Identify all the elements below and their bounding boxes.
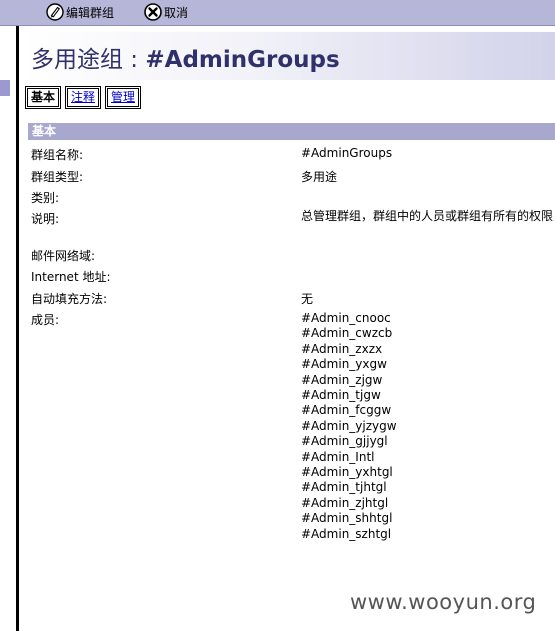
members-list: #Admin_cnooc #Admin_cwzcb #Admin_zxzx #A… — [301, 311, 397, 542]
page-title: 多用途组 : #AdminGroups — [31, 40, 340, 74]
autofill-method-label: 自动填充方法: — [31, 292, 108, 306]
close-icon — [144, 3, 162, 21]
member-item: #Admin_tjhtgl — [301, 480, 387, 495]
group-name-value: #AdminGroups — [301, 146, 393, 160]
member-item: #Admin_tjgw — [301, 388, 381, 403]
internet-address-label: Internet 地址: — [31, 270, 111, 284]
mail-domain-label: 邮件网络域: — [31, 249, 96, 263]
tab-comments-label: 注释 — [67, 88, 100, 107]
action-toolbar: 编辑群组 取消 — [0, 0, 555, 26]
member-item: #Admin_shhtgl — [301, 511, 393, 526]
group-name-label: 群组名称: — [31, 148, 84, 162]
member-item: #Admin_cnooc — [301, 311, 391, 325]
page-title-group-name: #AdminGroups — [145, 47, 340, 73]
page-title-bar: 多用途组 : #AdminGroups — [20, 32, 555, 80]
member-item: #Admin_zxzx — [301, 341, 383, 356]
tab-basic-label: 基本 — [27, 88, 60, 107]
page-title-prefix: 多用途组 : — [31, 47, 146, 73]
cancel-label: 取消 — [164, 5, 189, 20]
autofill-method-value: 无 — [301, 292, 314, 306]
member-item: #Admin_yjzygw — [301, 418, 397, 433]
member-item: #Admin_szhtgl — [301, 526, 392, 541]
cancel-button[interactable]: 取消 — [144, 2, 188, 22]
frame-divider — [16, 26, 19, 631]
group-type-label: 群组类型: — [31, 170, 84, 184]
member-item: #Admin_fcggw — [301, 403, 392, 418]
tab-bar: 基本 注释 管理 — [25, 86, 145, 109]
tab-basic[interactable]: 基本 — [25, 86, 62, 109]
edit-group-button[interactable]: 编辑群组 — [46, 2, 114, 22]
member-item: #Admin_zjgw — [301, 372, 383, 387]
member-item: #Admin_zjhtgl — [301, 495, 389, 510]
tab-comments[interactable]: 注释 — [65, 86, 102, 109]
member-item: #Admin_cwzcb — [301, 326, 393, 341]
description-value: 总管理群组，群组中的人员或群组有所有的权限 — [301, 209, 554, 223]
frame-scroll-marker — [0, 80, 10, 96]
tab-admin[interactable]: 管理 — [105, 86, 142, 109]
category-label: 类别: — [31, 191, 60, 205]
section-header-basic: 基本 — [28, 123, 555, 140]
description-label: 说明: — [31, 212, 60, 226]
member-item: #Admin_yxhtgl — [301, 465, 393, 480]
watermark: www.wooyun.org — [350, 590, 537, 614]
group-type-value: 多用途 — [301, 170, 338, 184]
members-label: 成员: — [31, 313, 60, 327]
member-item: #Admin_yxgw — [301, 357, 387, 372]
member-item: #Admin_gjjygl — [301, 434, 388, 449]
pencil-icon — [46, 3, 64, 21]
edit-group-label: 编辑群组 — [66, 5, 115, 20]
tab-admin-label: 管理 — [107, 88, 140, 107]
member-item: #Admin_Intl — [301, 449, 375, 464]
